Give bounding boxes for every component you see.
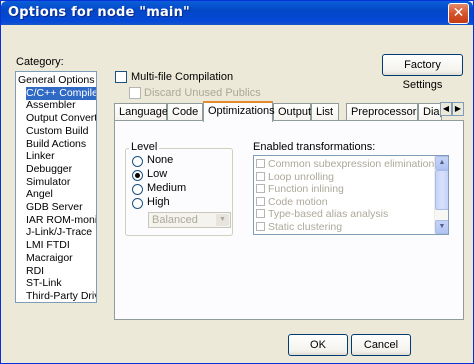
chevron-up-icon: ▲ bbox=[438, 159, 446, 166]
category-item[interactable]: RDI bbox=[26, 265, 44, 278]
cancel-button[interactable]: Cancel bbox=[351, 334, 411, 356]
tab-optimizations[interactable]: Optimizations bbox=[203, 101, 275, 122]
factory-settings-button[interactable]: Factory Settings bbox=[382, 54, 463, 91]
category-item[interactable]: J-Link/J-Trace bbox=[26, 226, 92, 239]
tab-preprocessor[interactable]: Preprocessor bbox=[346, 103, 418, 121]
title-bar[interactable]: Options for node "main" ✕ bbox=[1, 1, 473, 25]
category-item[interactable]: Debugger bbox=[26, 163, 72, 176]
scroll-down-button[interactable]: ▼ bbox=[435, 220, 448, 234]
transformations-label: Enabled transformations: bbox=[253, 141, 376, 153]
transformation-checkbox[interactable] bbox=[256, 159, 265, 168]
level-medium-label: Medium bbox=[147, 182, 187, 194]
category-item[interactable]: GDB Server bbox=[26, 201, 83, 214]
category-item[interactable]: C/C++ Compiler bbox=[26, 86, 96, 100]
chevron-down-icon: ▼ bbox=[438, 223, 446, 230]
tab-code[interactable]: Code bbox=[167, 103, 203, 121]
multi-file-label: Multi-file Compilation bbox=[131, 71, 234, 83]
level-label: Level bbox=[129, 141, 160, 153]
level-high-radio[interactable] bbox=[132, 198, 143, 209]
transformation-checkbox[interactable] bbox=[256, 196, 265, 206]
ok-button[interactable]: OK bbox=[288, 334, 348, 356]
transformation-label: Loop unrolling bbox=[268, 170, 334, 183]
high-mode-select[interactable]: Balanced ▼ bbox=[148, 212, 231, 228]
dialog-title: Options for node "main" bbox=[8, 5, 191, 20]
level-medium-radio[interactable] bbox=[132, 184, 143, 195]
close-button[interactable]: ✕ bbox=[448, 3, 469, 24]
transformation-label: Function inlining bbox=[268, 183, 344, 196]
transformations-list[interactable]: Common subexpression elimination Loop unr… bbox=[253, 155, 449, 235]
level-none-label: None bbox=[147, 154, 174, 166]
transformation-checkbox[interactable] bbox=[256, 222, 265, 231]
transformation-checkbox[interactable] bbox=[256, 171, 265, 181]
tab-scroll-right-button[interactable]: ▶ bbox=[452, 102, 464, 116]
category-item[interactable]: IAR ROM-monitor bbox=[26, 214, 96, 227]
level-high-label: High bbox=[147, 196, 170, 208]
options-dialog: Options for node "main" ✕ Category: Gene… bbox=[0, 0, 474, 364]
scroll-thumb[interactable] bbox=[435, 170, 448, 210]
tab-output[interactable]: Output bbox=[273, 103, 311, 121]
category-item[interactable]: Angel bbox=[26, 188, 53, 201]
chevron-down-icon: ▼ bbox=[216, 214, 229, 226]
transformation-checkbox[interactable] bbox=[256, 209, 265, 219]
multi-file-checkbox[interactable] bbox=[115, 71, 127, 83]
transformation-label: Common subexpression elimination bbox=[268, 158, 435, 170]
scroll-up-button[interactable]: ▲ bbox=[435, 156, 448, 170]
tab-language[interactable]: Language bbox=[114, 103, 168, 121]
category-item[interactable]: Linker bbox=[26, 150, 55, 163]
category-item[interactable]: Simulator bbox=[26, 176, 70, 189]
level-none-radio[interactable] bbox=[132, 156, 143, 167]
transformation-checkbox[interactable] bbox=[256, 184, 265, 194]
category-item[interactable]: Macraigor bbox=[26, 252, 73, 265]
tab-diagnostics[interactable]: Diag bbox=[418, 103, 442, 121]
category-item[interactable]: Third-Party Driver bbox=[26, 290, 96, 302]
discard-unused-checkbox[interactable] bbox=[129, 87, 141, 99]
category-item[interactable]: General Options bbox=[18, 74, 94, 87]
close-icon: ✕ bbox=[452, 5, 465, 21]
category-label: Category: bbox=[16, 56, 64, 68]
transformation-label: Code motion bbox=[268, 195, 328, 208]
level-low-radio[interactable] bbox=[132, 170, 143, 181]
category-item[interactable]: Output Converter bbox=[26, 112, 96, 125]
transformation-label: Static clustering bbox=[268, 221, 343, 233]
discard-unused-label: Discard Unused Publics bbox=[144, 87, 261, 99]
high-mode-value: Balanced bbox=[152, 214, 198, 226]
category-list[interactable]: General Options C/C++ Compiler Assembler Ou… bbox=[15, 71, 97, 303]
category-item[interactable]: Assembler bbox=[26, 99, 76, 112]
chevron-left-icon: ◀ bbox=[442, 104, 450, 113]
category-item[interactable]: Custom Build bbox=[26, 125, 88, 138]
optimizations-panel: Level None Low Medium High Balanced ▼ En… bbox=[114, 120, 464, 320]
category-item[interactable]: Build Actions bbox=[26, 138, 86, 151]
category-item[interactable]: LMI FTDI bbox=[26, 239, 70, 252]
tab-list[interactable]: List bbox=[311, 103, 339, 121]
chevron-right-icon: ▶ bbox=[454, 104, 462, 113]
transformation-label: Type-based alias analysis bbox=[268, 208, 389, 221]
category-item[interactable]: ST-Link bbox=[26, 277, 62, 290]
level-low-label: Low bbox=[147, 168, 168, 180]
transformations-scrollbar[interactable]: ▲ ▼ bbox=[434, 156, 448, 234]
tab-scroll-left-button[interactable]: ◀ bbox=[440, 102, 452, 116]
